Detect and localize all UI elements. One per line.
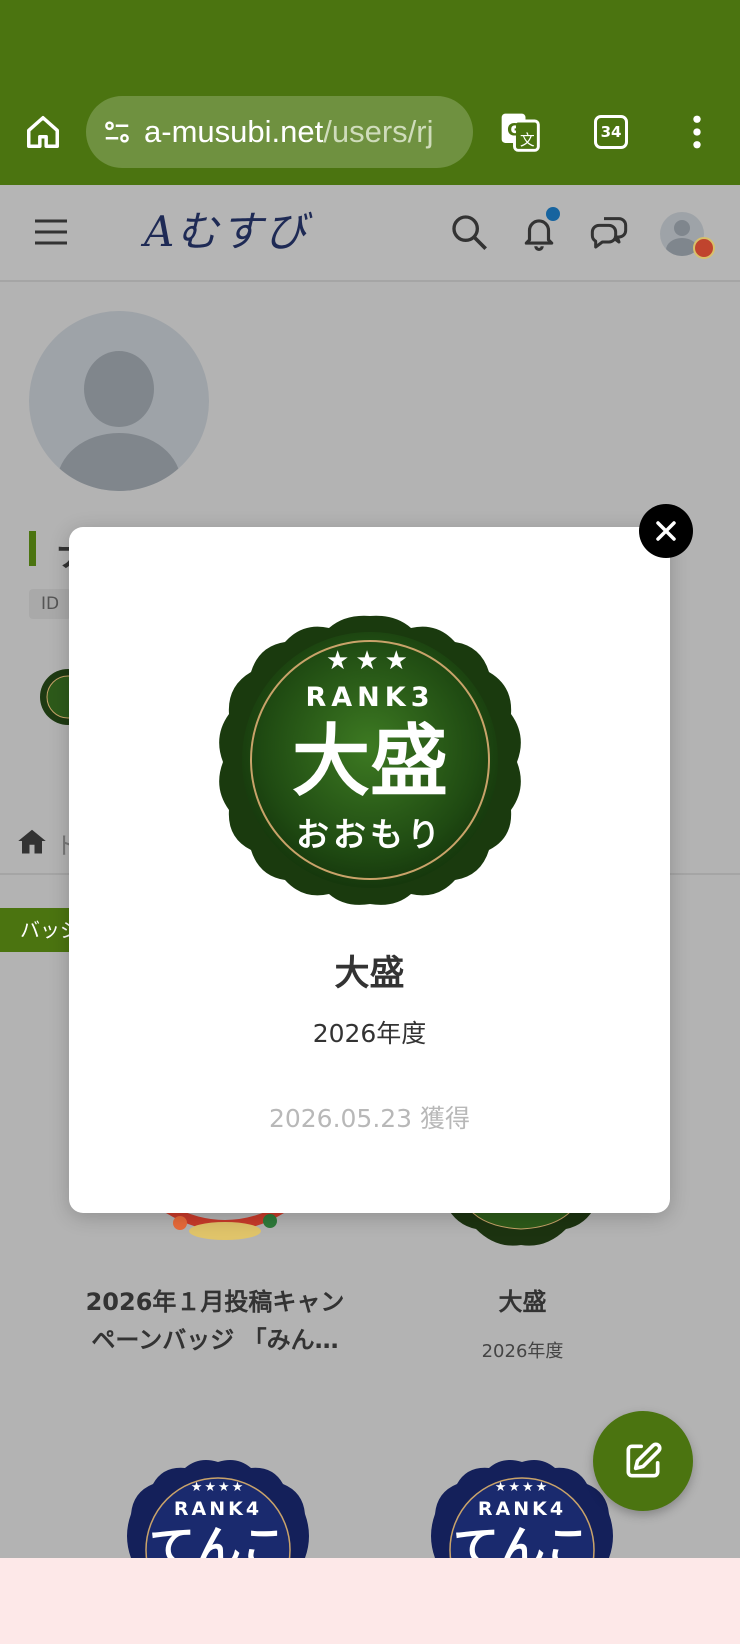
badge-image: ★★★ RANK3 大盛 おおもり [215, 612, 525, 908]
svg-text:文: 文 [520, 132, 535, 149]
close-icon [656, 521, 676, 541]
bottom-banner-area [0, 1558, 740, 1644]
hamburger-menu-icon[interactable] [28, 209, 74, 255]
card-title-campaign[interactable]: 2026年１月投稿キャンペーンバッジ 「みん… [80, 1283, 350, 1359]
rank4-left-rank-text: RANK4 [173, 1498, 263, 1520]
browser-toolbar: a-musubi.net/users/rj G文 34 [0, 0, 740, 185]
tab-count: 34 [594, 115, 628, 149]
badge-rank-text: RANK3 [305, 682, 435, 713]
profile-id-chip: ID [29, 589, 72, 619]
svg-text:G: G [507, 121, 521, 140]
card-title-omori[interactable]: 大盛 [420, 1283, 625, 1321]
badge-detail-modal: ★★★ RANK3 大盛 おおもり 大盛 2026年度 2026.05.23 獲… [69, 527, 670, 1213]
site-settings-icon[interactable] [100, 115, 134, 149]
notification-dot [546, 207, 560, 221]
edit-icon [626, 1442, 662, 1478]
modal-close-button[interactable] [639, 504, 693, 558]
chat-icon[interactable] [586, 209, 632, 255]
avatar-rank-badge [693, 237, 715, 259]
tab-switcher-icon[interactable]: 34 [586, 107, 636, 157]
compose-post-button[interactable] [593, 1411, 693, 1511]
modal-acquired-date: 2026.05.23 獲得 [268, 1104, 471, 1133]
site-logo-text: Aむすび [144, 207, 309, 256]
badge-stars: ★★★ [326, 646, 414, 676]
breadcrumb-home-icon[interactable] [17, 827, 47, 859]
rank4-right-rank-text: RANK4 [477, 1498, 567, 1520]
card-subtitle-omori: 2026年度 [481, 1341, 564, 1362]
profile-avatar [29, 311, 209, 491]
site-logo[interactable]: Aむすび [144, 199, 359, 265]
badge-reading-text: おおもり [296, 815, 444, 854]
home-icon[interactable] [18, 107, 68, 157]
url-path: /users/rj [323, 114, 434, 149]
modal-badge-year: 2026年度 [312, 1019, 427, 1048]
badge-main-text: 大盛 [291, 717, 448, 807]
more-menu-icon[interactable] [672, 107, 722, 157]
url-text: a-musubi.net/users/rj [144, 114, 433, 150]
name-accent-bar [29, 531, 36, 566]
modal-badge-title: 大盛 [334, 954, 405, 994]
notification-bell-icon[interactable] [516, 207, 562, 255]
site-header: Aむすび [0, 185, 740, 282]
translate-icon[interactable]: G文 [495, 107, 545, 157]
url-bar[interactable]: a-musubi.net/users/rj [86, 96, 473, 168]
search-icon[interactable] [446, 209, 492, 255]
url-host: a-musubi.net [144, 114, 324, 149]
